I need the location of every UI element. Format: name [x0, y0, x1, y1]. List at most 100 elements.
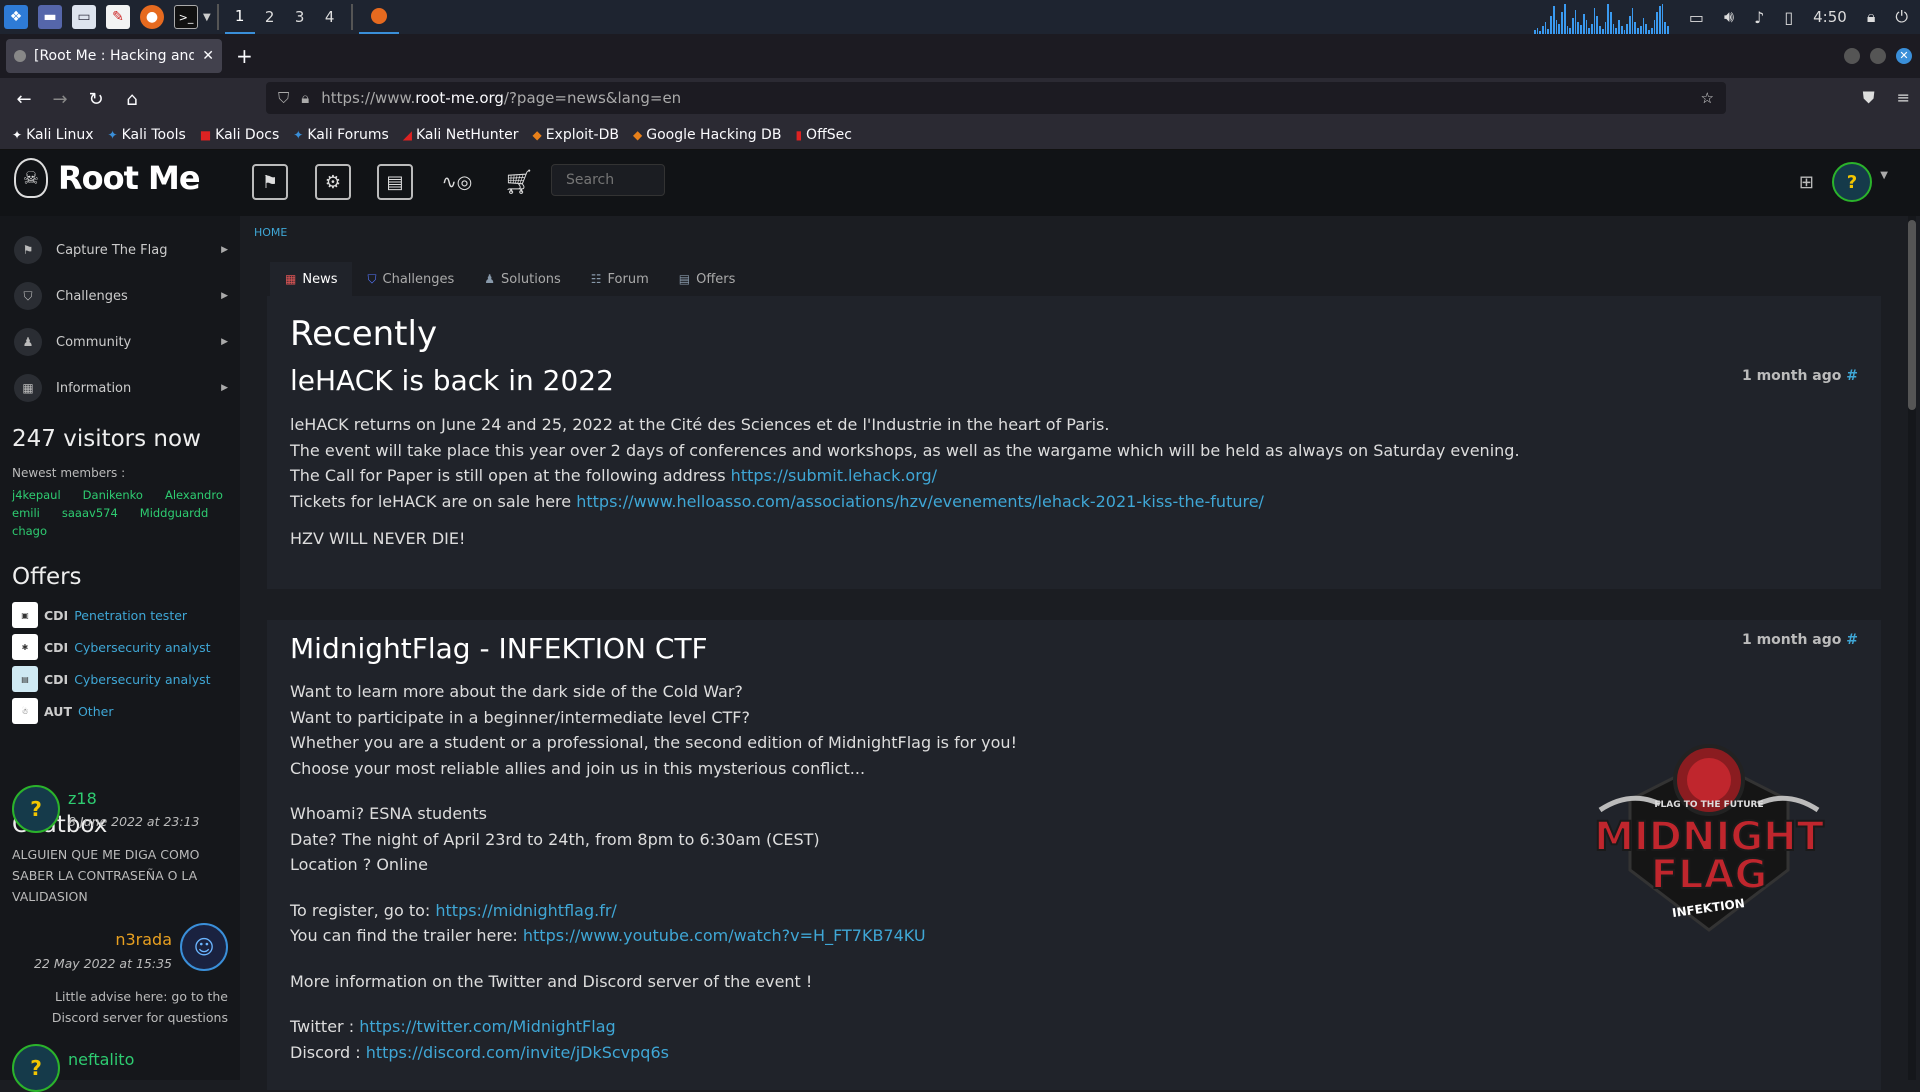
- documentation-icon[interactable]: ▤: [377, 164, 413, 200]
- file-manager-icon[interactable]: ▭: [72, 5, 96, 29]
- bookmark-kali-linux[interactable]: ✦ Kali Linux: [12, 127, 94, 143]
- back-button[interactable]: ←: [6, 89, 42, 110]
- offer-item[interactable]: ✱ CDI Cybersecurity analyst: [12, 634, 211, 660]
- nethunter-icon: ◢: [402, 127, 412, 142]
- text-editor-icon[interactable]: ✎: [106, 5, 130, 29]
- tab-solutions[interactable]: ♟ Solutions: [469, 262, 576, 296]
- reload-button[interactable]: ↻: [78, 89, 114, 110]
- news-title[interactable]: leHACK is back in 2022: [290, 364, 614, 397]
- permalink[interactable]: #: [1846, 632, 1858, 648]
- firefox-icon[interactable]: ●: [140, 5, 164, 29]
- trailer-link[interactable]: https://www.youtube.com/watch?v=H_FT7KB7…: [523, 926, 926, 945]
- minimize-button[interactable]: [1844, 48, 1860, 64]
- shop-cart-icon[interactable]: 🛒︎: [501, 164, 537, 200]
- new-tab-button[interactable]: +: [236, 44, 253, 68]
- member-link[interactable]: chago: [12, 522, 47, 540]
- tab-challenges[interactable]: ⛉ Challenges: [352, 262, 469, 296]
- tab-forum[interactable]: ☷ Forum: [576, 262, 664, 296]
- member-link[interactable]: Danikenko: [83, 486, 143, 504]
- language-flag-icon[interactable]: ⊞: [1799, 172, 1814, 193]
- register-link[interactable]: https://midnightflag.fr/: [435, 901, 616, 920]
- close-icon[interactable]: ✕: [202, 48, 214, 64]
- volume-icon[interactable]: 🔊︎: [1724, 7, 1734, 27]
- user-avatar[interactable]: ?: [1832, 162, 1872, 202]
- workspace-4[interactable]: 4: [315, 0, 345, 34]
- offer-title[interactable]: Cybersecurity analyst: [74, 672, 210, 687]
- clock[interactable]: 4:50: [1813, 8, 1847, 26]
- rootme-logo[interactable]: ☠ Root Me: [14, 158, 201, 198]
- member-link[interactable]: Middguardd: [140, 504, 208, 522]
- pocket-icon[interactable]: ⛊: [1863, 88, 1875, 108]
- sidebar-item-community[interactable]: ♟ Community ▶: [14, 324, 228, 360]
- cpu-bar: [1612, 24, 1615, 34]
- challenges-icon[interactable]: ⚙: [315, 164, 351, 200]
- kali-menu-icon[interactable]: ❖: [4, 5, 28, 29]
- menu-icon[interactable]: ≡: [1897, 88, 1910, 108]
- offer-title[interactable]: Penetration tester: [74, 608, 187, 623]
- workspace-1[interactable]: 1: [224, 0, 255, 34]
- tab-offers[interactable]: ▤ Offers: [664, 262, 751, 296]
- member-link[interactable]: j4kepaul: [12, 486, 61, 504]
- display-icon[interactable]: ▭: [1689, 8, 1704, 27]
- discord-link[interactable]: https://discord.com/invite/jDkScvpq6s: [366, 1043, 669, 1062]
- url-bar[interactable]: ⛉ 🔒︎ https://www.root-me.org/?page=news&…: [266, 82, 1726, 114]
- offer-title[interactable]: Cybersecurity analyst: [74, 640, 210, 655]
- bookmark-star-icon[interactable]: ☆: [1701, 89, 1714, 107]
- twitter-link[interactable]: https://twitter.com/MidnightFlag: [359, 1017, 615, 1036]
- scrollbar-thumb[interactable]: [1908, 220, 1916, 410]
- chevron-down-icon[interactable]: ▼: [1880, 170, 1888, 181]
- bookmark-kali-nethunter[interactable]: ◢ Kali NetHunter: [403, 127, 519, 143]
- tickets-link[interactable]: https://www.helloasso.com/associations/h…: [576, 492, 1264, 511]
- taskbar-firefox-window[interactable]: [358, 0, 399, 34]
- tab-news[interactable]: ▦ News: [270, 262, 353, 296]
- maximize-button[interactable]: [1870, 48, 1886, 64]
- offer-item[interactable]: ☃ AUT Other: [12, 698, 113, 724]
- chevron-down-icon[interactable]: ▼: [203, 12, 211, 23]
- member-link[interactable]: emili: [12, 504, 40, 522]
- breadcrumb[interactable]: HOME: [254, 226, 287, 239]
- sidebar-item-challenges[interactable]: ⛉ Challenges ▶: [14, 278, 228, 314]
- news-title[interactable]: MidnightFlag - INFEKTION CTF: [290, 632, 708, 665]
- sidebar-item-information[interactable]: ▦ Information ▶: [14, 370, 228, 406]
- workspace-3[interactable]: 3: [285, 0, 315, 34]
- chat-avatar[interactable]: ☺: [180, 923, 228, 971]
- battery-icon[interactable]: ▯: [1784, 8, 1793, 27]
- close-window-button[interactable]: ✕: [1896, 48, 1912, 64]
- ctf-icon[interactable]: ⚑: [252, 164, 288, 200]
- chat-avatar[interactable]: ?: [12, 1044, 60, 1092]
- bookmark-label: Kali NetHunter: [416, 126, 519, 143]
- forward-button[interactable]: →: [42, 89, 78, 110]
- chat-username[interactable]: z18: [68, 789, 97, 808]
- shield-icon[interactable]: ⛉: [278, 89, 289, 107]
- bookmark-offsec[interactable]: ▮ OffSec: [795, 127, 851, 143]
- member-link[interactable]: Alexandro: [165, 486, 223, 504]
- bookmark-kali-docs[interactable]: ■ Kali Docs: [200, 127, 279, 143]
- chat-username[interactable]: neftalito: [68, 1050, 134, 1069]
- browser-tab-rootme[interactable]: [Root Me : Hacking and In ✕: [6, 39, 222, 73]
- desktop-icon[interactable]: ▬: [38, 5, 62, 29]
- offer-title[interactable]: Other: [78, 704, 114, 719]
- news-line: More information on the Twitter and Disc…: [290, 971, 813, 991]
- bookmark-kali-tools[interactable]: ✦ Kali Tools: [108, 127, 186, 143]
- lock-icon[interactable]: 🔒︎: [301, 89, 309, 107]
- search-input[interactable]: [551, 164, 665, 196]
- offer-item[interactable]: ▤ CDI Cybersecurity analyst: [12, 666, 211, 692]
- lock-icon[interactable]: 🔒︎: [1867, 7, 1876, 27]
- bookmark-exploit-db[interactable]: ◆ Exploit-DB: [532, 127, 619, 143]
- chat-avatar[interactable]: ?: [12, 785, 60, 833]
- bookmark-google-hacking-db[interactable]: ◆ Google Hacking DB: [633, 127, 781, 143]
- power-icon[interactable]: ⏻: [1895, 7, 1908, 27]
- member-link[interactable]: saaav574: [62, 504, 118, 522]
- bookmark-kali-forums[interactable]: ✦ Kali Forums: [293, 127, 389, 143]
- terminal-icon[interactable]: >_: [174, 5, 198, 29]
- home-button[interactable]: ⌂: [114, 89, 150, 110]
- workspace-2[interactable]: 2: [255, 0, 285, 34]
- tools-icon[interactable]: ∿◎: [439, 164, 475, 200]
- sidebar-item-ctf[interactable]: ⚑ Capture The Flag ▶: [14, 232, 228, 268]
- permalink[interactable]: #: [1846, 368, 1858, 384]
- offer-item[interactable]: ▣ CDI Penetration tester: [12, 602, 187, 628]
- chat-username[interactable]: n3rada: [115, 930, 172, 949]
- notification-bell-icon[interactable]: ♪: [1754, 8, 1764, 27]
- cfp-link[interactable]: https://submit.lehack.org/: [731, 466, 937, 485]
- tab-label: Forum: [607, 271, 649, 287]
